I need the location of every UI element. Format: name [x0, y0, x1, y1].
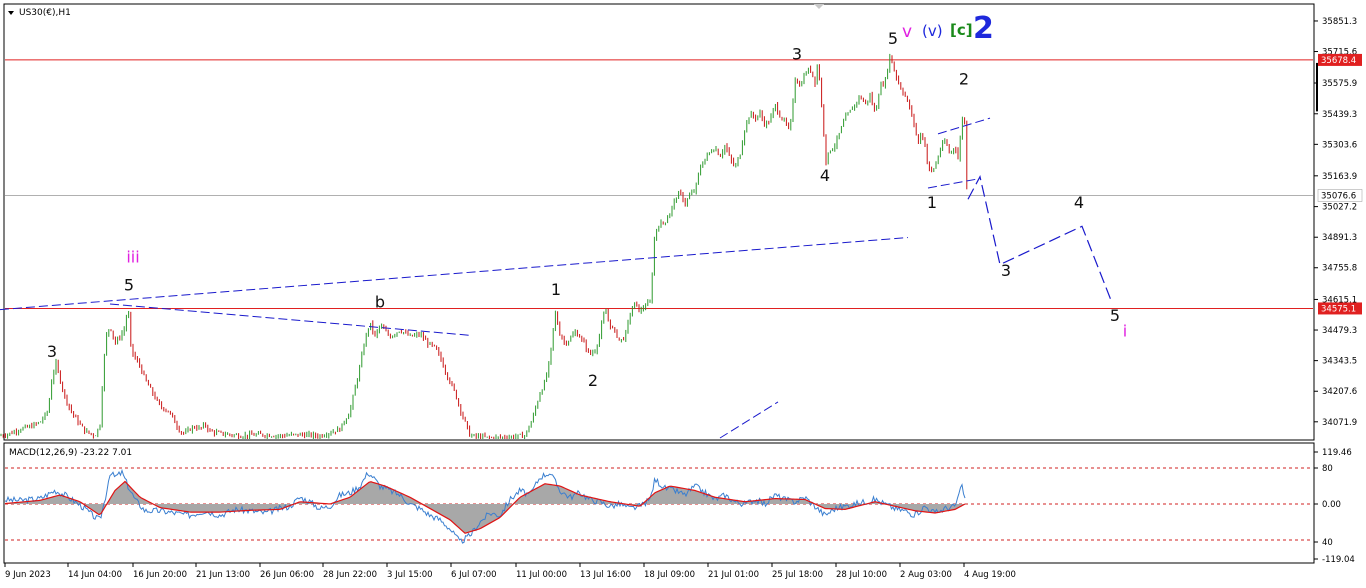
time-tick-label: 21 Jun 13:00: [196, 570, 250, 580]
time-tick-label: 14 Jun 04:00: [68, 570, 122, 580]
price-axis: 35851.335715.635575.935439.335303.635163…: [1314, 17, 1363, 428]
time-tick-label: 3 Jul 15:00: [387, 570, 433, 580]
price-tag-label: 35678.4: [1321, 56, 1356, 66]
wave-label-8: 5: [888, 29, 898, 48]
trend-lines: [0, 117, 1113, 439]
wave-label-2: 5: [124, 275, 134, 294]
price-tick-label: 35439.3: [1322, 110, 1357, 120]
price-tick-label: 34343.5: [1322, 357, 1357, 367]
wave-label-10: 1: [927, 193, 937, 212]
time-tick-label: 16 Jun 20:00: [133, 570, 187, 580]
degree-label-paren-v: (v): [922, 22, 943, 40]
wave-label-13: 5: [1110, 306, 1120, 325]
trend-line-2: [719, 401, 779, 439]
wave-label-5: 2: [588, 371, 598, 390]
time-tick-label: 26 Jun 06:00: [260, 570, 314, 580]
time-tick-label: 11 Jul 00:00: [516, 570, 567, 580]
macd-tick-label: 119.46: [1322, 448, 1352, 458]
wave-labels: 3iii5b1234521 435i: [47, 29, 1127, 390]
price-tick-label: 34207.6: [1322, 387, 1357, 397]
wave-label-6: 3: [792, 45, 802, 64]
wave-label-7: 4: [820, 166, 830, 185]
wave-label-14: i: [1123, 322, 1127, 341]
wave-label-4: 1: [551, 280, 561, 299]
macd-title: MACD(12,26,9) -23.22 7.01: [9, 448, 132, 458]
horizontal-levels: [5, 59, 1313, 309]
price-tick-label: 35027.2: [1322, 203, 1357, 213]
price-chart[interactable]: 3iii5b1234521 435i US30(€),H1 v (v) [c] 2…: [0, 0, 1366, 588]
current-price-tag-label: 35076.6: [1321, 191, 1356, 201]
price-tick-label: 35851.3: [1322, 17, 1357, 27]
time-tick-label: 2 Aug 03:00: [900, 570, 952, 580]
macd-tick-label: 80: [1322, 464, 1333, 474]
macd-tick-label: 40: [1322, 538, 1333, 548]
candles: [0, 53, 968, 439]
time-tick-label: 9 Jun 2023: [5, 570, 51, 580]
time-tick-label: 18 Jul 09:00: [644, 570, 695, 580]
wave-label-11: 4: [1074, 193, 1084, 212]
price-tick-label: 34071.9: [1322, 418, 1357, 428]
wave-label-12: 3: [1001, 261, 1011, 280]
degree-label-2: 2: [973, 11, 994, 46]
time-tick-label: 28 Jul 10:00: [836, 570, 887, 580]
time-tick-label: 21 Jul 01:00: [708, 570, 759, 580]
time-tick-label: 4 Aug 19:00: [964, 570, 1016, 580]
symbol-dropdown-icon[interactable]: [8, 11, 14, 15]
wave-label-9: 2: [959, 69, 969, 88]
price-tag-label: 34575.1: [1321, 304, 1356, 314]
price-tick-label: 35575.9: [1322, 79, 1357, 89]
time-tick-label: 6 Jul 07:00: [451, 570, 497, 580]
wave-label-1: iii: [126, 247, 139, 266]
symbol-label: US30(€),H1: [19, 8, 71, 18]
trend-line-3: [937, 117, 991, 135]
time-tick-label: 28 Jun 22:00: [323, 570, 377, 580]
macd-axis: 119.46 80 0.00 40 -119.04: [1314, 448, 1355, 565]
price-tick-label: 35163.9: [1322, 172, 1357, 182]
degree-label-v: v: [902, 22, 912, 42]
time-axis: 9 Jun 2023 14 Jun 04:00 16 Jun 20:00 21 Jun…: [4, 563, 1016, 580]
chart-shift-marker[interactable]: [814, 4, 824, 9]
trend-line-4: [927, 178, 979, 189]
price-tick-label: 35303.6: [1322, 140, 1357, 150]
price-tick-label: 34479.3: [1322, 326, 1357, 336]
time-tick-label: 25 Jul 18:00: [772, 570, 823, 580]
main-panel-frame: [3, 3, 1315, 441]
macd-tick-label: -119.04: [1322, 555, 1355, 565]
wave-label-0: 3: [47, 342, 57, 361]
time-tick-label: 13 Jul 16:00: [580, 570, 631, 580]
degree-label-c: [c]: [950, 21, 973, 39]
macd-tick-label: 0.00: [1322, 500, 1341, 510]
price-tick-label: 34755.8: [1322, 264, 1357, 274]
macd-indicator: [4, 467, 1313, 544]
wave-label-3: b: [375, 292, 385, 311]
price-tick-label: 34891.3: [1322, 233, 1357, 243]
